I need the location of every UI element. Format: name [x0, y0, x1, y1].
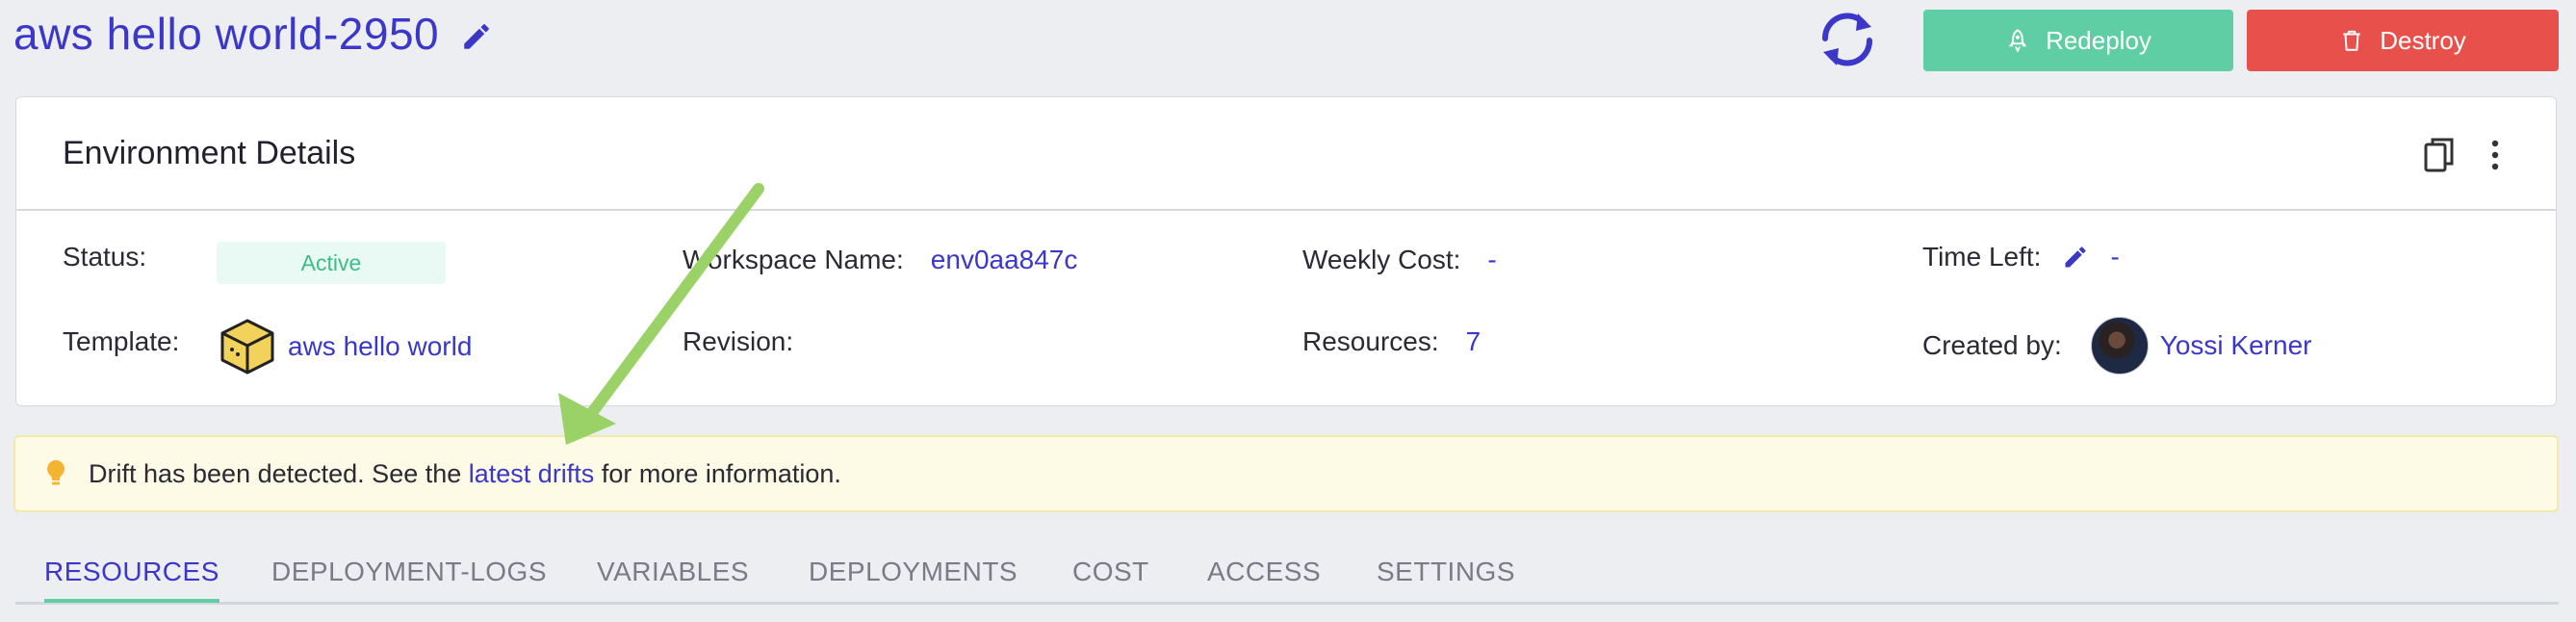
drift-alert: Drift has been detected. See the latest …	[13, 435, 2559, 512]
page-title: aws hello world-2950	[13, 8, 493, 60]
status-badge-wrap: Active	[217, 242, 446, 284]
time-left-value: -	[2110, 242, 2120, 272]
destroy-label: Destroy	[2380, 25, 2466, 55]
cube-icon	[220, 319, 274, 375]
redeploy-label: Redeploy	[2046, 25, 2151, 55]
destroy-button[interactable]: Destroy	[2247, 10, 2559, 71]
status-field: Status:	[63, 242, 146, 272]
weekly-cost-value: -	[1487, 245, 1497, 274]
tab-resources[interactable]: RESOURCES	[44, 557, 219, 603]
template-field: Template:	[63, 326, 179, 357]
status-badge: Active	[217, 242, 446, 284]
card-header: Environment Details	[16, 97, 2556, 211]
tab-access[interactable]: ACCESS	[1207, 557, 1321, 599]
workspace-label: Workspace Name:	[683, 245, 904, 274]
lightbulb-icon	[47, 460, 64, 485]
tab-variables[interactable]: VARIABLES	[597, 557, 749, 599]
rocket-icon	[2008, 28, 2027, 53]
tab-cost[interactable]: COST	[1072, 557, 1149, 599]
alert-text-after: for more information.	[594, 458, 841, 488]
workspace-field: Workspace Name: env0aa847c	[683, 245, 1077, 275]
tab-deployment-logs[interactable]: DEPLOYMENT-LOGS	[271, 557, 547, 599]
template-label: Template:	[63, 326, 180, 356]
created-by-value: Yossi Kerner	[2159, 330, 2312, 360]
time-left-field: Time Left: -	[1922, 242, 2120, 272]
tab-settings[interactable]: SETTINGS	[1377, 557, 1515, 599]
tab-deployments[interactable]: DEPLOYMENTS	[809, 557, 1018, 599]
weekly-cost-label: Weekly Cost:	[1302, 245, 1461, 274]
refresh-icon[interactable]	[1814, 6, 1881, 73]
resources-value: 7	[1465, 326, 1481, 356]
copy-icon[interactable]	[2423, 136, 2456, 174]
workspace-value: env0aa847c	[930, 245, 1078, 274]
pencil-icon[interactable]	[460, 20, 493, 53]
alert-text-before: Drift has been detected. See the	[89, 458, 469, 488]
status-label: Status:	[63, 242, 147, 272]
environment-name: aws hello world-2950	[13, 9, 440, 59]
revision-field: Revision:	[683, 326, 793, 357]
environment-details-card: Environment Details Status: Active Works…	[15, 96, 2557, 406]
pencil-icon[interactable]	[2062, 244, 2089, 271]
trash-icon	[2343, 30, 2360, 51]
template-link[interactable]: aws hello world	[288, 331, 472, 362]
redeploy-button[interactable]: Redeploy	[1923, 10, 2233, 71]
revision-label: Revision:	[683, 326, 794, 356]
resources-label: Resources:	[1302, 326, 1439, 356]
kebab-icon[interactable]	[2488, 136, 2502, 174]
created-by-label: Created by:	[1922, 330, 2062, 360]
created-by-field: Created by: Yossi Kerner	[1922, 317, 2311, 375]
latest-drifts-link[interactable]: latest drifts	[469, 459, 595, 489]
environment-tabs: RESOURCES DEPLOYMENT-LOGS VARIABLES DEPL…	[15, 539, 2559, 605]
avatar	[2090, 317, 2149, 375]
time-left-label: Time Left:	[1922, 242, 2042, 272]
resources-field: Resources: 7	[1302, 326, 1481, 357]
card-title: Environment Details	[63, 134, 356, 171]
weekly-cost-field: Weekly Cost: -	[1302, 245, 1497, 275]
template-value-wrap: aws hello world	[219, 317, 472, 376]
